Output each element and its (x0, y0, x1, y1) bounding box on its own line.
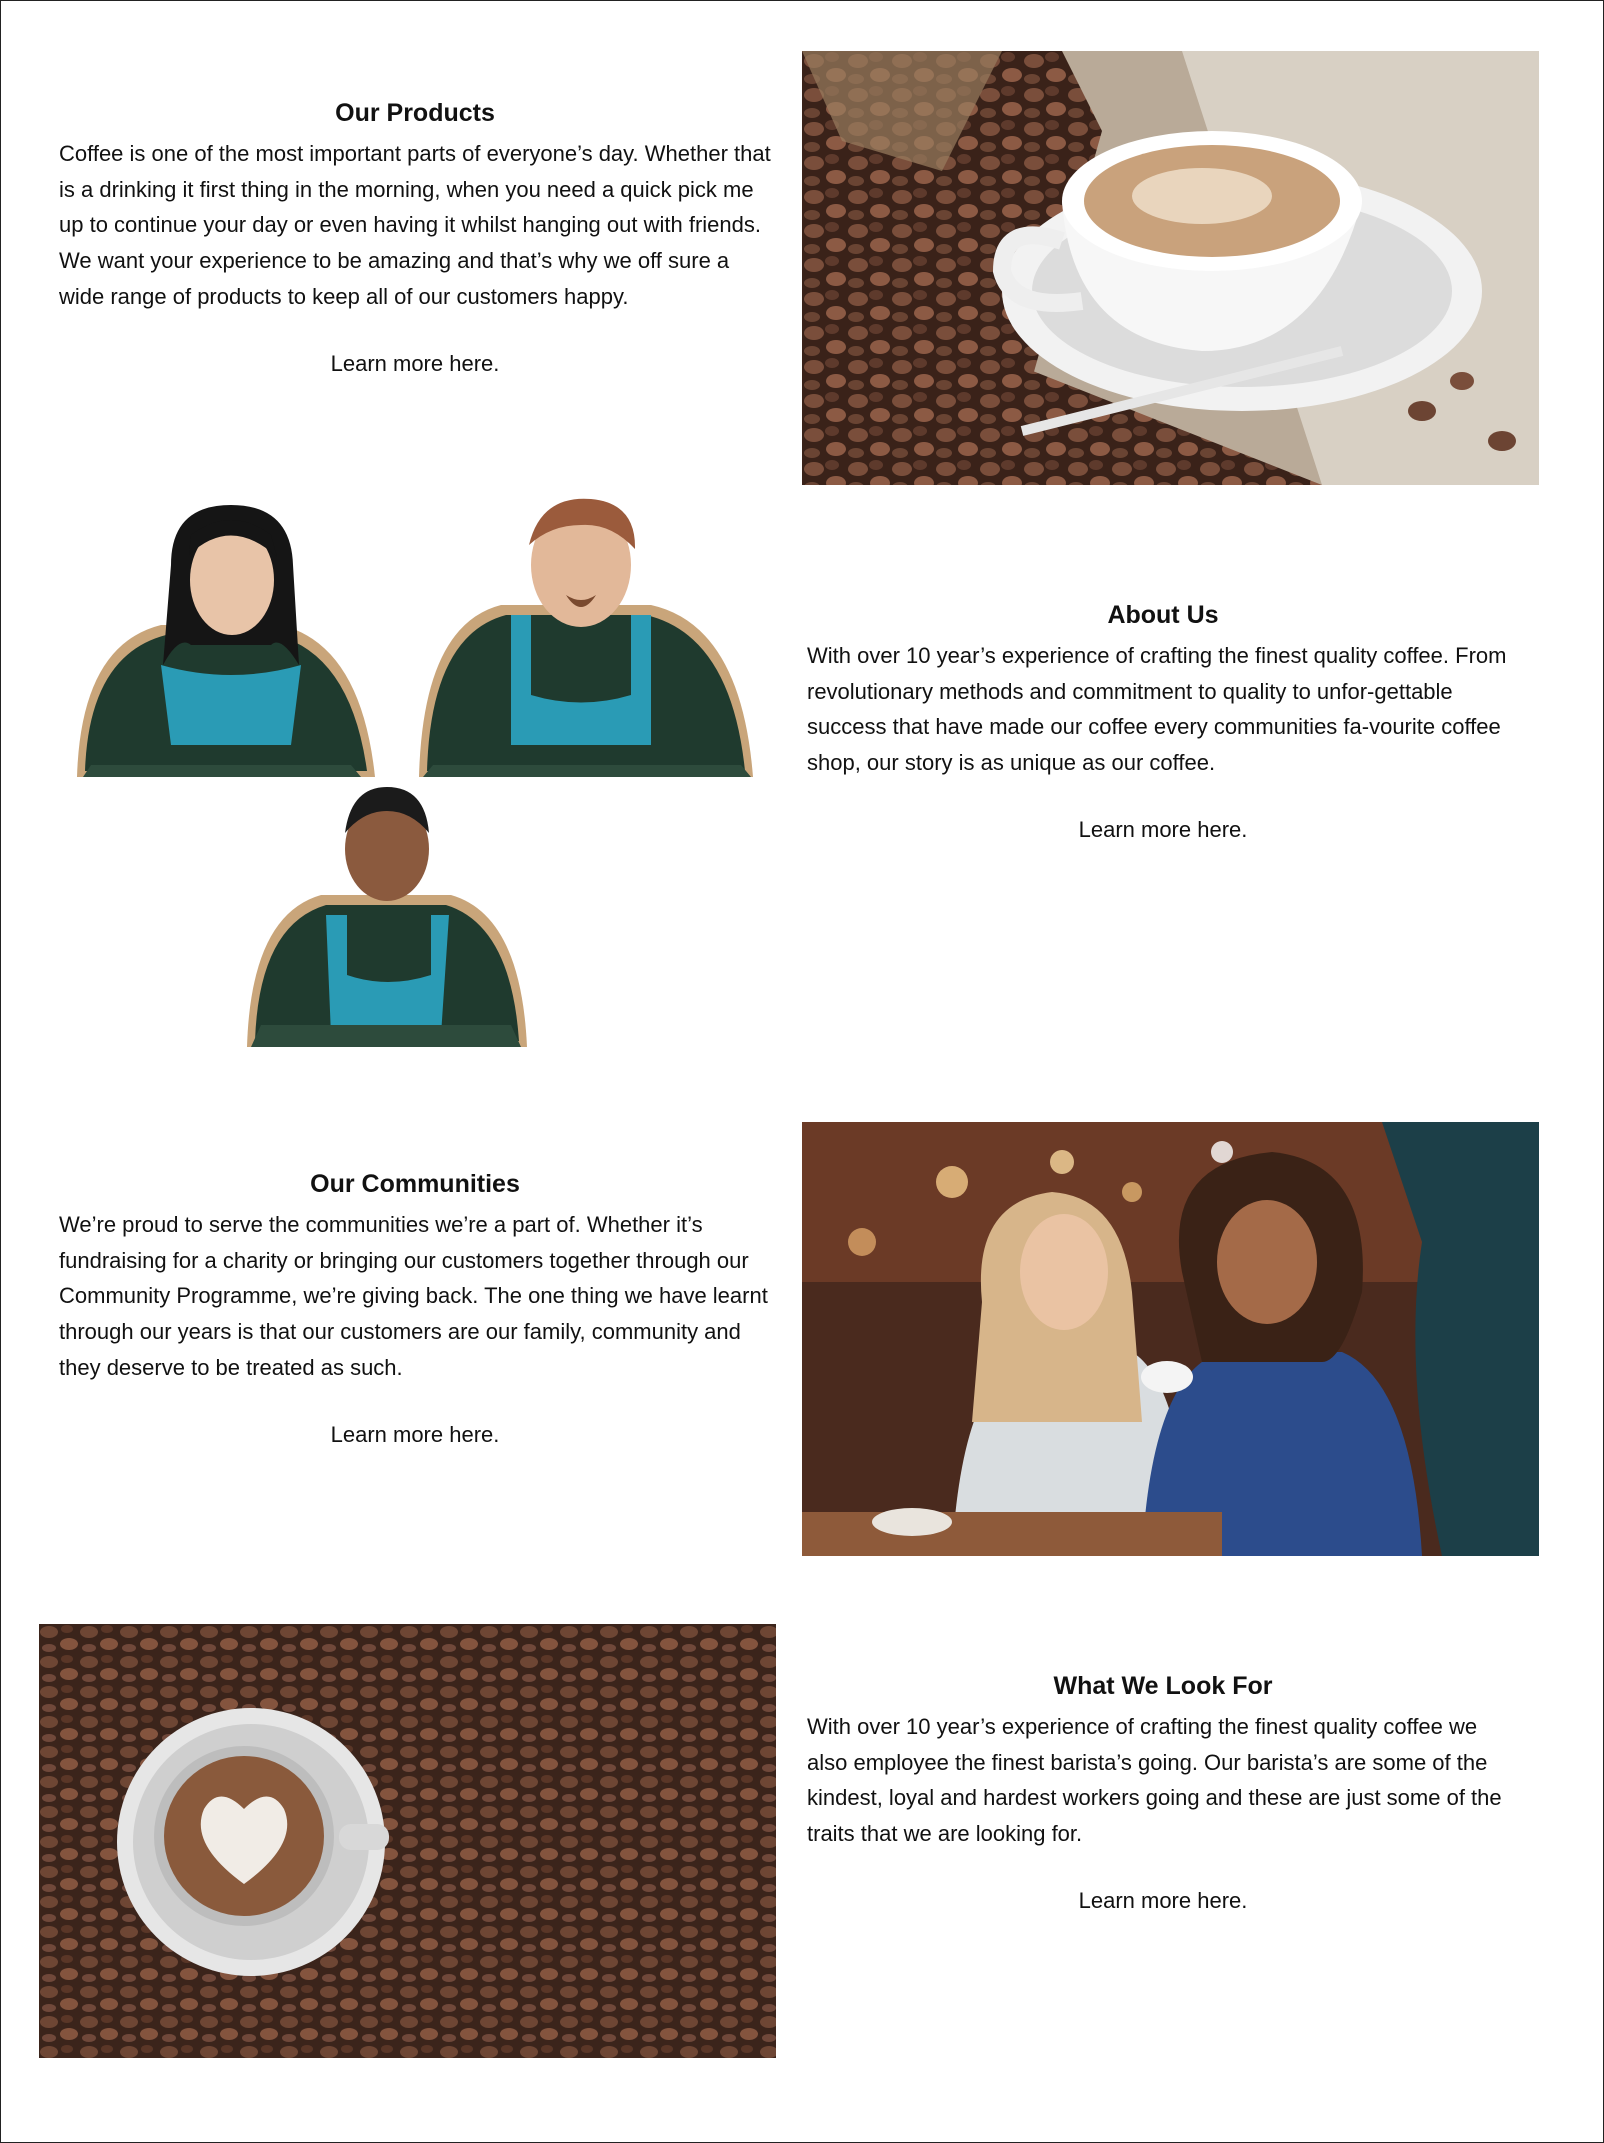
communities-learn-more-link[interactable]: Learn more here. (59, 1422, 771, 1448)
about-title: About Us (1107, 601, 1219, 629)
products-title: Our Products (335, 99, 495, 127)
barista-man-figure (419, 498, 753, 777)
communities-title: Our Communities (310, 1170, 520, 1198)
cafe-friends-image (802, 1122, 1539, 1556)
products-section: Our Products Coffee is one of the most i… (59, 99, 771, 377)
products-learn-more-link[interactable]: Learn more here. (59, 351, 771, 377)
look-for-title: What We Look For (1053, 1672, 1273, 1700)
barista-team-image (71, 495, 759, 1053)
look-for-body: With over 10 year’s experience of crafti… (807, 1714, 1502, 1847)
communities-body: We’re proud to serve the communities we’… (59, 1212, 768, 1380)
page: Our Products Coffee is one of the most i… (0, 0, 1604, 2143)
barista-young-man-figure (247, 787, 527, 1047)
coffee-cup-image (802, 51, 1539, 485)
about-body: With over 10 year’s experience of crafti… (807, 643, 1507, 776)
latte-beans-illustration (39, 1624, 776, 2058)
communities-section: Our Communities We’re proud to serve the… (59, 1170, 771, 1448)
barista-woman-figure (77, 505, 375, 777)
about-learn-more-link[interactable]: Learn more here. (807, 817, 1519, 843)
look-for-learn-more-link[interactable]: Learn more here. (807, 1888, 1519, 1914)
look-for-section: What We Look For With over 10 year’s exp… (807, 1672, 1519, 1914)
coffee-cup-illustration (802, 51, 1539, 485)
products-body: Coffee is one of the most important part… (59, 141, 771, 309)
latte-beans-image (39, 1624, 776, 2058)
barista-team-illustration (77, 498, 753, 1047)
cafe-friends-illustration (802, 1122, 1539, 1556)
about-section: About Us With over 10 year’s experience … (807, 601, 1519, 843)
